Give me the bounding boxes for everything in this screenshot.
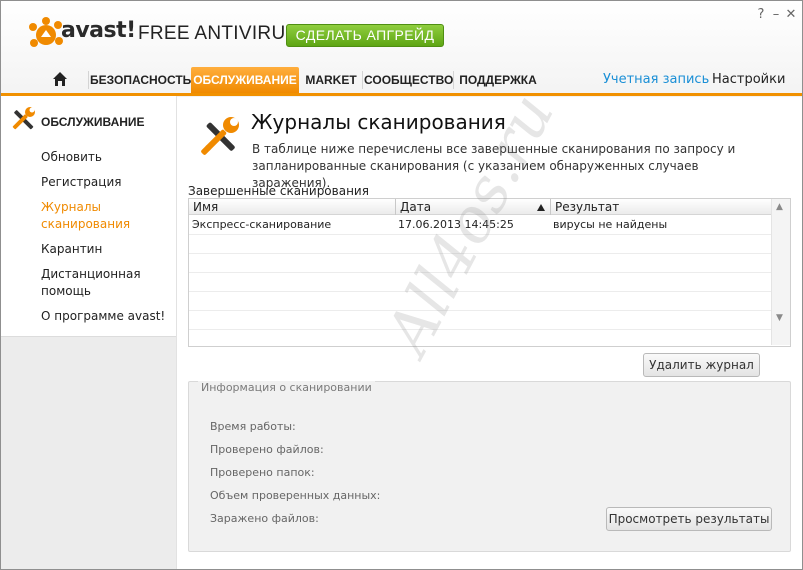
help-icon[interactable]: ? [753,7,769,23]
app-window: avast! FREE ANTIVIRUS СДЕЛАТЬ АПГРЕЙД ? … [0,0,803,570]
table-scrollbar[interactable]: ▲ ▼ [771,199,790,345]
scroll-down-icon[interactable]: ▼ [776,313,783,323]
scroll-up-icon[interactable]: ▲ [776,202,783,212]
column-header-name[interactable]: Имя [189,199,395,215]
page-title: Журналы сканирования [251,110,506,134]
nav-separator [362,71,363,89]
sidebar-title: ОБСЛУЖИВАНИЕ [41,115,145,129]
info-label-folders-scanned: Проверено папок: [210,466,315,479]
sidebar-item-about[interactable]: О программе avast! [41,308,169,325]
info-label-files-scanned: Проверено файлов: [210,443,324,456]
info-label-data-volume: Объем проверенных данных: [210,489,381,502]
view-results-button[interactable]: Просмотреть результаты [606,507,772,531]
tools-large-icon [201,117,239,155]
nav-market[interactable]: MARKET [301,67,361,93]
account-link[interactable]: Учетная запись [603,67,709,93]
minimize-icon[interactable]: – [768,7,784,23]
nav-maintenance[interactable]: ОБСЛУЖИВАНИЕ [191,67,299,93]
product-name: FREE ANTIVIRUS [138,23,299,44]
delete-log-button[interactable]: Удалить журнал [643,353,760,377]
table-row-empty [189,311,771,330]
info-label-infected-files: Заражено файлов: [210,512,319,525]
info-label-run-time: Время работы: [210,420,296,433]
nav-support[interactable]: ПОДДЕРЖКА [455,67,541,93]
nav-separator [453,71,454,89]
close-icon[interactable]: ✕ [783,7,799,23]
upgrade-button[interactable]: СДЕЛАТЬ АПГРЕЙД [286,24,444,47]
sidebar-item-quarantine[interactable]: Карантин [41,241,169,258]
sidebar-item-remote-help[interactable]: Дистанционная помощь [41,266,151,300]
sidebar-item-scan-logs[interactable]: Журналы сканирования [41,199,141,233]
sidebar-item-registration[interactable]: Регистрация [41,174,169,191]
section-label: Завершенные сканирования [188,184,369,198]
table-row-empty [189,292,771,311]
tools-icon [12,107,35,130]
sidebar-item-update[interactable]: Обновить [41,149,169,166]
nav-separator [88,71,89,89]
nav-security[interactable]: БЕЗОПАСНОСТЬ [90,67,191,93]
scan-info-legend: Информация о сканировании [198,381,375,394]
scan-info-panel: Информация о сканировании Время работы: … [188,381,791,552]
cell-result: вирусы не найдены [553,218,668,231]
nav-community[interactable]: СООБЩЕСТВО [364,67,453,93]
settings-link[interactable]: Настройки [712,67,785,93]
logo-text: avast! [61,18,136,43]
column-header-result[interactable]: Результат [551,199,771,215]
sidebar-footer [1,336,176,569]
sort-up-icon [537,204,545,211]
cell-name: Экспресс-сканирование [192,218,332,231]
sidebar-divider [176,96,177,569]
